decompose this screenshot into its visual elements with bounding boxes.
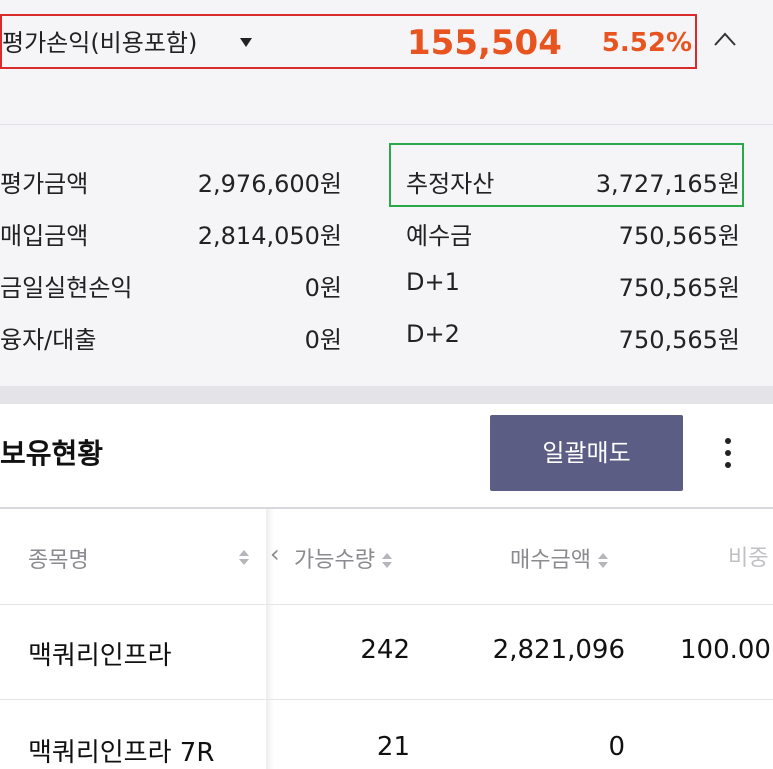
deposit-label: 예수금	[406, 222, 473, 250]
table-row[interactable]: 맥쿼리인프라 242 2,821,096 100.00	[0, 605, 773, 699]
col-header-buy-amount[interactable]: 매수금액	[510, 542, 609, 574]
stock-name: 맥쿼리인프라	[28, 641, 172, 671]
loan-value: 0원	[304, 326, 342, 354]
col-header-name[interactable]: 종목명	[28, 542, 89, 574]
sell-all-button[interactable]: 일괄매도	[490, 415, 683, 491]
dropdown-triangle-icon[interactable]	[240, 38, 252, 47]
chevron-left-icon[interactable]: ‹	[270, 540, 280, 568]
eval-amount-label: 평가금액	[0, 170, 89, 198]
d2-value: 750,565원	[618, 326, 740, 354]
available-qty: 21	[376, 732, 410, 762]
table-row[interactable]: 맥쿼리인프라 7R 21 0	[0, 700, 773, 769]
col-header-weight-cut[interactable]: 비중	[728, 540, 773, 572]
weight: 100.00	[680, 635, 771, 665]
pnl-summary-bar[interactable]: 평가손익(비용포함) 155,504 5.52%	[0, 14, 697, 69]
table-top-border	[0, 507, 773, 509]
more-vertical-icon[interactable]	[718, 436, 738, 470]
buy-amount-value: 2,814,050원	[197, 222, 342, 250]
realized-pnl-value: 0원	[304, 274, 342, 302]
d1-label: D+1	[406, 268, 460, 296]
pnl-rate: 5.52%	[601, 28, 692, 58]
deposit-value: 750,565원	[618, 222, 740, 250]
d1-value: 750,565원	[618, 274, 740, 302]
eval-amount-value: 2,976,600원	[197, 170, 342, 198]
buy-amount: 0	[608, 732, 625, 762]
chevron-up-icon[interactable]	[714, 28, 736, 50]
buy-amount-label: 매입금액	[0, 222, 89, 250]
sort-icon[interactable]	[238, 549, 250, 567]
realized-pnl-label: 금일실현손익	[0, 274, 133, 302]
pnl-label[interactable]: 평가손익(비용포함)	[2, 16, 197, 71]
holdings-title: 보유현황	[0, 437, 104, 470]
col-header-qty[interactable]: 가능수량	[294, 542, 393, 574]
available-qty: 242	[360, 635, 410, 665]
buy-amount: 2,821,096	[492, 635, 625, 665]
stock-name: 맥쿼리인프라 7R	[28, 738, 215, 768]
loan-label: 융자/대출	[0, 326, 97, 354]
d2-label: D+2	[406, 320, 460, 348]
estimated-assets-label: 추정자산	[406, 170, 495, 198]
estimated-assets-value: 3,727,165원	[595, 170, 740, 198]
sort-icon[interactable]	[381, 552, 393, 570]
pnl-amount: 155,504	[407, 23, 562, 63]
section-divider	[0, 386, 773, 404]
sort-icon[interactable]	[597, 552, 609, 570]
